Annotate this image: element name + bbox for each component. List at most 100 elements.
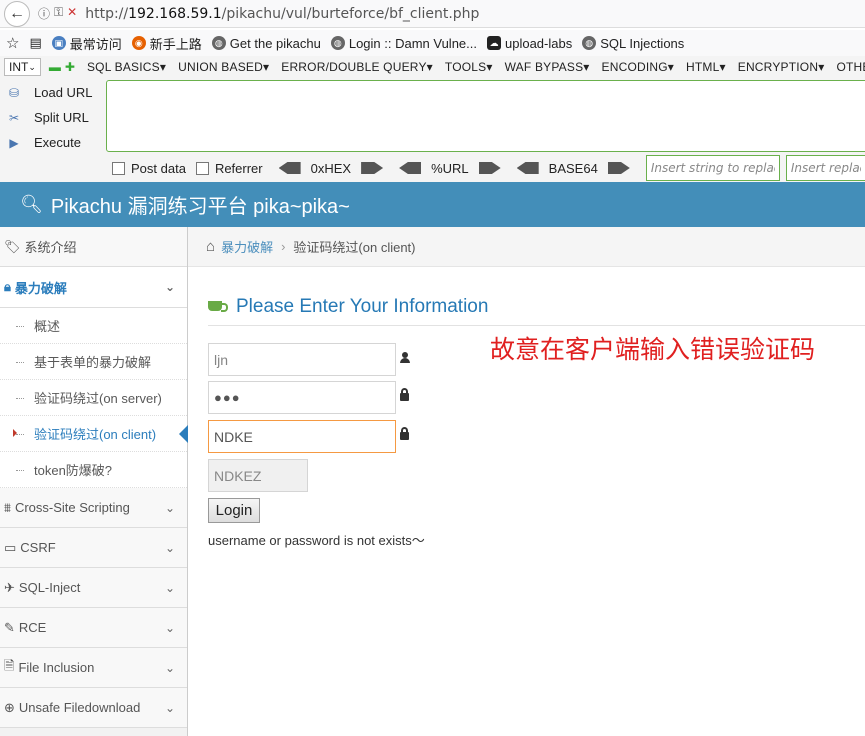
menu-other[interactable]: OTHER bbox=[836, 60, 865, 74]
chevron-down-icon: ⌄ bbox=[28, 61, 36, 72]
chevron-down-icon: ⌄ bbox=[164, 500, 175, 515]
breadcrumb-parent-link[interactable]: 暴力破解 bbox=[221, 237, 273, 256]
scissors-icon: ✂ bbox=[8, 110, 20, 125]
page-title: Please Enter Your Information bbox=[208, 296, 488, 318]
home-icon[interactable]: ⌂ bbox=[206, 238, 215, 255]
load-url-button[interactable]: ⛁ Load URL bbox=[6, 80, 106, 105]
bookmarks-bar: ☆ ▤ ▣ 最常访问 ◉ 新手上路 ◍ Get the pikachu ◍ Login … bbox=[0, 30, 865, 56]
globe-icon: ◍ bbox=[330, 36, 345, 50]
info-icon[interactable]: ⓘ bbox=[38, 5, 50, 22]
url-textarea[interactable] bbox=[106, 80, 865, 152]
library-icon[interactable]: ▤ bbox=[29, 35, 41, 51]
globe-icon: ◍ bbox=[582, 36, 597, 50]
coffee-icon bbox=[208, 299, 228, 315]
sidebar-item-file-inclusion[interactable]: 🗎 File Inclusion ⌄ bbox=[0, 648, 187, 688]
menu-html[interactable]: HTML▾ bbox=[686, 60, 726, 74]
file-icon: 🗎 bbox=[4, 657, 15, 673]
download-icon: ⊕ bbox=[4, 699, 15, 715]
sub-item-overview[interactable]: 概述 bbox=[0, 308, 187, 344]
sidebar: 🏷︎ 系统介绍 🔒︎ 暴力破解 ⌄ 概述 基于表单的暴力破解 验证码绕过(on se… bbox=[0, 227, 188, 736]
chevron-down-icon: ⌄ bbox=[164, 580, 175, 595]
execute-button[interactable]: ▶ Execute bbox=[6, 130, 106, 155]
replace-from-input[interactable]: Insert string to replace bbox=[645, 155, 780, 181]
chevron-down-icon: ⌄ bbox=[164, 620, 175, 635]
divider bbox=[208, 325, 865, 326]
menu-waf-bypass[interactable]: WAF BYPASS▾ bbox=[505, 60, 590, 74]
bookmark-getting-started[interactable]: ◉ 新手上路 bbox=[131, 34, 202, 53]
menu-union-based[interactable]: UNION BASED▾ bbox=[178, 60, 269, 74]
type-select[interactable]: INT ⌄ bbox=[4, 58, 41, 76]
hex-decode-arrow-icon[interactable] bbox=[278, 162, 301, 174]
base64-decode-arrow-icon[interactable] bbox=[516, 162, 539, 174]
network-icon: ⩩ bbox=[4, 499, 11, 515]
sub-item-token[interactable]: token防爆破? bbox=[0, 452, 187, 488]
tag-icon: 🏷︎ bbox=[4, 238, 21, 254]
firefox-icon: ◉ bbox=[131, 36, 146, 50]
insecure-icon: ✕ bbox=[67, 5, 78, 19]
bookmark-icon: ▣ bbox=[51, 36, 66, 50]
load-icon: ⛁ bbox=[8, 85, 20, 100]
bookmark-upload-labs[interactable]: ☁ upload-labs bbox=[487, 36, 572, 51]
plane-icon: ✈ bbox=[4, 579, 15, 595]
menu-sql-basics[interactable]: SQL BASICS▾ bbox=[87, 60, 166, 74]
menu-tools[interactable]: TOOLS▾ bbox=[445, 60, 493, 74]
key-icon: 🔍︎ bbox=[20, 194, 43, 214]
bookmark-dvwa[interactable]: ◍ Login :: Damn Vulne... bbox=[330, 36, 477, 51]
lock-icon bbox=[400, 388, 409, 404]
menu-encryption[interactable]: ENCRYPTION▾ bbox=[738, 60, 825, 74]
sub-item-captcha-client[interactable]: 验证码绕过(on client) bbox=[0, 416, 188, 452]
chevron-right-icon: › bbox=[281, 239, 286, 254]
plus-icon[interactable]: ✚ bbox=[65, 60, 75, 74]
key-icon: ⚿ bbox=[54, 5, 64, 19]
chevron-down-icon: ⌄ bbox=[164, 280, 175, 294]
annotation-text: 故意在客户端输入错误验证码 bbox=[490, 335, 816, 364]
captcha-input[interactable]: NDKE bbox=[208, 420, 396, 453]
cloud-icon: ☁ bbox=[487, 36, 501, 50]
chevron-down-icon: ⌄ bbox=[164, 540, 175, 555]
star-icon[interactable]: ☆ bbox=[6, 34, 19, 52]
replace-to-input[interactable]: Insert replacing string bbox=[785, 155, 865, 181]
hackbar-panel: ⛁ Load URL ✂ Split URL ▶ Execute Post data … bbox=[0, 78, 865, 182]
login-button[interactable]: Login bbox=[208, 498, 260, 523]
bruteforce-submenu: 概述 基于表单的暴力破解 验证码绕过(on server) 验证码绕过(on c… bbox=[0, 308, 188, 488]
bookmark-sql-injections[interactable]: ◍ SQL Injections bbox=[582, 36, 684, 51]
password-input[interactable]: ●●● bbox=[208, 381, 396, 414]
back-button[interactable]: ← bbox=[4, 0, 30, 27]
hex-encode-arrow-icon[interactable] bbox=[361, 162, 384, 174]
credit-card-icon: ▭ bbox=[4, 539, 17, 555]
sidebar-item-csrf[interactable]: ▭ CSRF ⌄ bbox=[0, 528, 187, 568]
hackbar-menu: INT ⌄ ▬ ✚ SQL BASICS▾ UNION BASED▾ ERROR… bbox=[0, 56, 865, 78]
bookmark-get-pikachu[interactable]: ◍ Get the pikachu bbox=[211, 36, 321, 51]
captcha-code-display[interactable]: NDKEZ bbox=[208, 459, 308, 492]
breadcrumb: ⌂ 暴力破解 › 验证码绕过(on client) bbox=[188, 227, 865, 267]
post-data-checkbox[interactable]: Post data bbox=[112, 161, 186, 176]
chevron-down-icon: ⌄ bbox=[164, 660, 175, 675]
menu-encoding[interactable]: ENCODING▾ bbox=[602, 60, 675, 74]
url-text[interactable]: http://192.168.59.1/pikachu/vul/burtefor… bbox=[85, 6, 479, 22]
sidebar-item-xss[interactable]: ⩩ Cross-Site Scripting ⌄ bbox=[0, 488, 187, 528]
minus-icon[interactable]: ▬ bbox=[49, 60, 61, 74]
sidebar-item-intro[interactable]: 🏷︎ 系统介绍 bbox=[0, 227, 187, 267]
sidebar-item-bruteforce[interactable]: 🔒︎ 暴力破解 ⌄ bbox=[0, 267, 187, 308]
globe-icon: ◍ bbox=[211, 36, 226, 50]
bookmark-most-visited[interactable]: ▣ 最常访问 bbox=[51, 34, 122, 53]
lock-icon bbox=[400, 427, 409, 443]
caret-right-icon bbox=[13, 429, 21, 437]
site-title[interactable]: Pikachu 漏洞练习平台 pika~pika~ bbox=[51, 190, 350, 219]
url-encode-arrow-icon[interactable] bbox=[478, 162, 501, 174]
menu-error-double-query[interactable]: ERROR/DOUBLE QUERY▾ bbox=[281, 60, 433, 74]
sidebar-item-rce[interactable]: ✎ RCE ⌄ bbox=[0, 608, 187, 648]
referrer-checkbox[interactable]: Referrer bbox=[195, 161, 263, 176]
sub-item-captcha-server[interactable]: 验证码绕过(on server) bbox=[0, 380, 187, 416]
split-url-button[interactable]: ✂ Split URL bbox=[6, 105, 106, 130]
result-message: username or password is not exists～ bbox=[208, 533, 425, 548]
sidebar-item-sqli[interactable]: ✈ SQL-Inject ⌄ bbox=[0, 568, 187, 608]
lock-icon: 🔒︎ bbox=[4, 279, 11, 294]
username-input[interactable]: ljn bbox=[208, 343, 396, 376]
base64-encode-arrow-icon[interactable] bbox=[607, 162, 630, 174]
user-icon bbox=[400, 352, 410, 366]
url-decode-arrow-icon[interactable] bbox=[399, 162, 422, 174]
back-arrow-icon: ← bbox=[9, 4, 25, 22]
sub-item-form-bruteforce[interactable]: 基于表单的暴力破解 bbox=[0, 344, 187, 380]
sidebar-item-unsafe-download[interactable]: ⊕ Unsafe Filedownload ⌄ bbox=[0, 688, 187, 728]
